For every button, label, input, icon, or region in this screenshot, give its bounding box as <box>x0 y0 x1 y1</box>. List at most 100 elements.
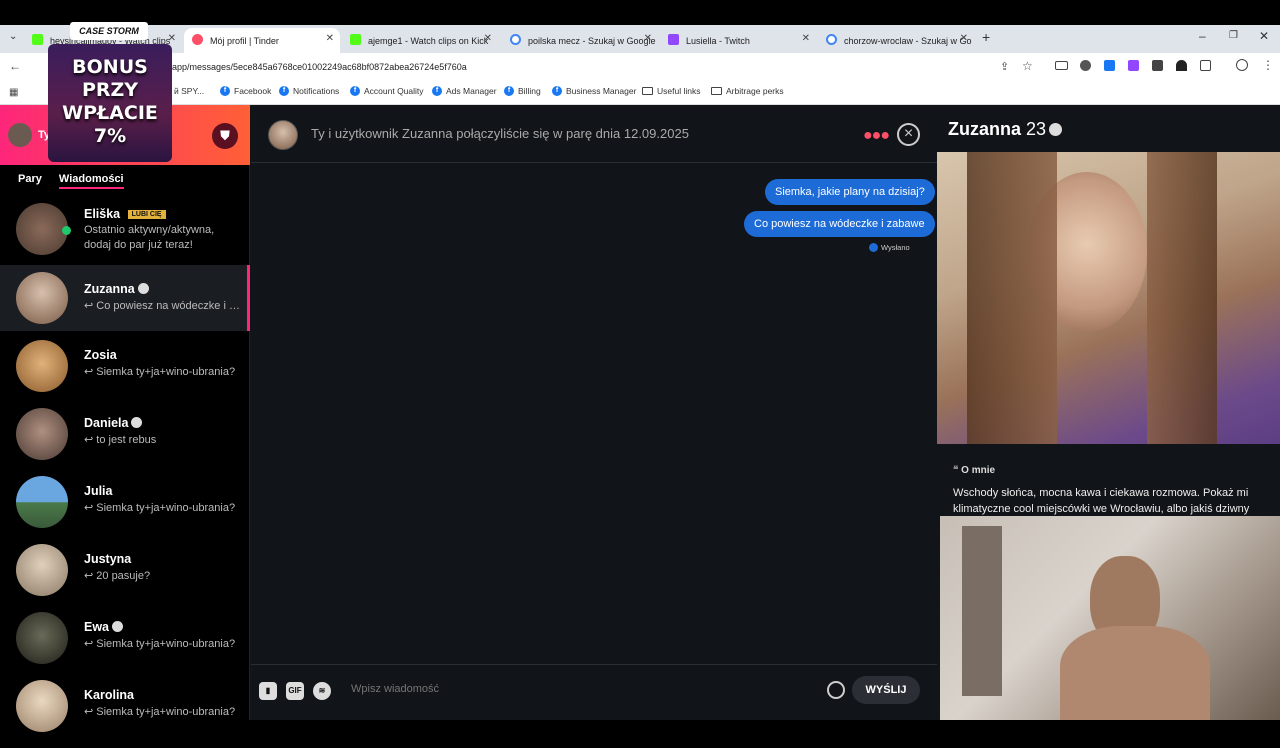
close-tab-icon[interactable]: ✕ <box>484 33 492 44</box>
bookmark-arbitrage-perks[interactable]: Arbitrage perks <box>711 86 784 96</box>
more-options-icon[interactable]: ●●● <box>863 127 890 145</box>
promo-name: Eliška <box>84 207 121 221</box>
facebook-icon: f <box>552 86 562 96</box>
facebook-icon: f <box>432 86 442 96</box>
google-icon <box>826 34 837 45</box>
facebook-icon: f <box>279 86 289 96</box>
bookmark-notifications[interactable]: f Notifications <box>279 86 339 96</box>
bookmark-business-manager[interactable]: f Business Manager <box>552 86 636 96</box>
menu-icon[interactable]: ⋮ <box>1262 58 1274 72</box>
close-window-icon[interactable]: ✕ <box>1259 29 1269 43</box>
minimize-icon[interactable]: – <box>1199 29 1206 43</box>
install-icon[interactable]: ⇪ <box>1000 60 1009 73</box>
chat-panel: Ty i użytkownik Zuzanna połączyliście si… <box>251 105 937 720</box>
conversation-item[interactable]: Daniela ↩ to jest rebus <box>0 408 250 476</box>
back-icon[interactable]: ← <box>9 59 21 73</box>
bookmark-useful-links[interactable]: Useful links <box>642 86 700 96</box>
likes-you-badge: LUBI CIĘ <box>127 210 166 219</box>
close-tab-icon[interactable]: ✕ <box>644 33 652 44</box>
close-icon[interactable]: × <box>897 123 920 146</box>
avatar <box>16 544 68 596</box>
bookmark-ads-manager[interactable]: f Ads Manager <box>432 86 497 96</box>
profile-name: Zuzanna 23 <box>948 119 1063 140</box>
tab-google-2[interactable]: chorzow-wroclaw - Szukaj w Go ✕ <box>818 28 974 53</box>
bookmark-folder-spy[interactable]: й SPY... <box>174 86 204 96</box>
shield-icon[interactable]: ⛊ <box>212 123 238 149</box>
facebook-icon: f <box>220 86 230 96</box>
spotify-icon[interactable]: ≋ <box>313 682 331 700</box>
avatar <box>16 340 68 392</box>
extension-icon[interactable] <box>1152 60 1163 71</box>
avatar <box>16 203 68 255</box>
message-input[interactable] <box>351 683 811 695</box>
sidebar-tabs: Pary Wiadomości <box>18 173 138 189</box>
google-icon <box>510 34 521 45</box>
verified-icon <box>1049 123 1063 136</box>
bookmark-star-icon[interactable]: ☆ <box>1022 59 1033 73</box>
match-avatar[interactable] <box>268 120 298 150</box>
profile-icon[interactable] <box>1236 59 1248 71</box>
close-tab-icon[interactable]: ✕ <box>802 33 810 44</box>
maximize-icon[interactable]: ❐ <box>1229 30 1238 41</box>
kick-icon <box>350 34 361 45</box>
user-avatar[interactable] <box>8 123 32 147</box>
tinder-icon <box>192 34 203 45</box>
quote-icon: ❝ <box>953 465 962 476</box>
folder-icon <box>642 87 653 95</box>
extension-icon[interactable] <box>1128 60 1139 71</box>
conversation-sidebar: Ty ⛊ Pary Wiadomości Eliška LUBI CIĘ Ost… <box>0 105 250 732</box>
avatar <box>16 408 68 460</box>
conversation-item[interactable]: Zosia ↩ Siemka ty+ja+wino-ubrania? <box>0 340 250 408</box>
tab-twitch[interactable]: Lusiella - Twitch ✕ <box>660 28 816 53</box>
apps-grid-icon[interactable]: ▦ <box>9 87 18 98</box>
verified-icon <box>137 283 149 294</box>
browser-tab-strip: ⌄ heysiricallmadoy - Watch clips ✕ Mój pr… <box>0 25 1280 53</box>
conversation-item[interactable]: Justyna ↩ 20 pasuje? <box>0 544 250 612</box>
kick-icon <box>32 34 43 45</box>
close-tab-icon[interactable]: ✕ <box>326 33 334 44</box>
tab-tinder[interactable]: Mój profil | Tinder ✕ <box>184 28 340 53</box>
close-tab-icon[interactable]: ✕ <box>960 33 968 44</box>
conversation-item[interactable]: Karolina ↩ Siemka ty+ja+wino-ubrania? <box>0 680 250 748</box>
bookmark-facebook[interactable]: f Facebook <box>220 86 271 96</box>
video-icon[interactable] <box>1055 61 1068 70</box>
gif-button[interactable]: GIF <box>286 682 304 700</box>
extension-icon[interactable] <box>1104 60 1115 71</box>
close-tab-icon[interactable]: ✕ <box>168 33 176 44</box>
verified-icon <box>112 621 124 632</box>
conversation-item[interactable]: Ewa ↩ Siemka ty+ja+wino-ubrania? <box>0 612 250 680</box>
tab-list-icon[interactable]: ⌄ <box>9 31 17 42</box>
conversation-item[interactable]: Zuzanna ↩ Co powiesz na wódeczke i zabaw… <box>0 265 250 331</box>
bookmark-billing[interactable]: f Billing <box>504 86 541 96</box>
match-date-text: Ty i użytkownik Zuzanna połączyliście si… <box>311 126 689 141</box>
folder-icon <box>711 87 722 95</box>
bookmark-account-quality[interactable]: f Account Quality <box>350 86 424 96</box>
facebook-icon: f <box>350 86 360 96</box>
verified-icon <box>131 417 143 428</box>
online-indicator <box>62 226 71 235</box>
tab-matches[interactable]: Pary <box>18 173 42 185</box>
tab-messages[interactable]: Wiadomości <box>58 173 124 189</box>
tab-kick-2[interactable]: ajemge1 - Watch clips on Kick ✕ <box>342 28 498 53</box>
avatar <box>16 612 68 664</box>
avatar <box>16 680 68 732</box>
chat-header: Ty i użytkownik Zuzanna połączyliście si… <box>251 105 937 163</box>
twitch-icon <box>668 34 679 45</box>
send-button[interactable]: WYŚLIJ <box>852 676 920 704</box>
extension-icon[interactable] <box>1176 60 1187 71</box>
bookmarks-bar: ▦ й SPY... f Facebook f Notifications f Acc… <box>0 81 1280 105</box>
emoji-icon[interactable] <box>827 681 845 699</box>
about-heading: ❝ O mnie <box>953 465 996 476</box>
new-tab-icon[interactable]: + <box>982 29 990 45</box>
url-input[interactable]: .com/app/messages/5ece845a6768ce01002249… <box>150 58 467 76</box>
tab-google-1[interactable]: poilska mecz - Szukaj w Google ✕ <box>502 28 658 53</box>
extensions-puzzle-icon[interactable] <box>1200 60 1211 71</box>
promo-text: Ostatnio aktywny/aktywna, dodaj do par ju… <box>84 224 215 251</box>
conversation-item[interactable]: Julia ↩ Siemka ty+ja+wino-ubrania? <box>0 476 250 544</box>
profile-photo[interactable] <box>937 152 1280 444</box>
sticker-icon[interactable]: ▮ <box>259 682 277 700</box>
promo-conversation[interactable]: Eliška LUBI CIĘ Ostatnio aktywny/aktywna… <box>0 203 250 271</box>
message-bubble: Siemka, jakie plany na dzisiaj? <box>765 179 935 205</box>
avatar <box>16 272 68 324</box>
extension-icon[interactable] <box>1080 60 1091 71</box>
